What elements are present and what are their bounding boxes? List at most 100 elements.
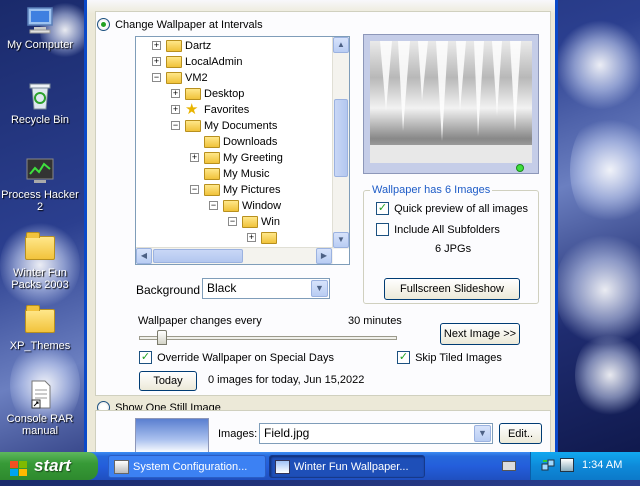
- scroll-right-button[interactable]: ▶: [316, 248, 332, 264]
- tree-item[interactable]: + My Greeting: [136, 150, 336, 166]
- images-value: Field.jpg: [264, 426, 310, 440]
- interval-value: 30 minutes: [348, 315, 402, 327]
- folder-icon: [185, 88, 201, 100]
- folder-icon: [242, 216, 258, 228]
- folder-icon: [204, 152, 220, 164]
- scroll-thumb[interactable]: [334, 99, 348, 177]
- network-icon[interactable]: [541, 458, 555, 472]
- tree-item[interactable]: + ★ Favorites: [136, 102, 336, 118]
- tree-item-label: Dartz: [185, 40, 212, 52]
- tree-item[interactable]: + Dartz: [136, 38, 336, 54]
- desktop-icon-console-rar-manual[interactable]: Console RAR manual: [0, 378, 81, 437]
- expand-icon[interactable]: +: [152, 41, 161, 50]
- task-winter-fun-wallpaper[interactable]: Winter Fun Wallpaper...: [269, 455, 425, 478]
- tree-vertical-scrollbar[interactable]: ▲ ▼: [332, 37, 349, 249]
- changes-every-label: Wallpaper changes every: [138, 315, 262, 327]
- images-select[interactable]: Field.jpg ▼: [259, 423, 493, 444]
- tree-item-label: Favorites: [204, 104, 250, 116]
- collapse-icon[interactable]: −: [228, 217, 237, 226]
- collapse-icon[interactable]: −: [190, 185, 199, 194]
- background-select[interactable]: Black ▼: [202, 278, 330, 299]
- scroll-down-button[interactable]: ▼: [333, 232, 349, 248]
- fullscreen-slideshow-button[interactable]: Fullscreen Slideshow: [384, 278, 520, 300]
- collapse-icon[interactable]: −: [171, 121, 180, 130]
- folder-icon: [223, 200, 239, 212]
- intervals-radio-button[interactable]: [97, 18, 110, 31]
- folder-icon: [166, 56, 182, 68]
- computer-icon: [24, 4, 56, 36]
- tree-item[interactable]: My Music: [136, 166, 336, 182]
- keyboard-icon[interactable]: [502, 461, 516, 471]
- intervals-radio-label: Change Wallpaper at Intervals: [115, 18, 263, 31]
- document-shortcut-icon: [24, 378, 56, 410]
- wallpaper-app-icon: [275, 460, 290, 474]
- collapse-icon[interactable]: −: [209, 201, 218, 210]
- skip-tiled-checkbox[interactable]: ✓ Skip Tiled Images: [397, 351, 502, 364]
- folder-tree[interactable]: + Dartz + LocalAdmin − VM2 + Desktop + ★ Favorites…: [135, 36, 350, 265]
- skip-tiled-check[interactable]: ✓: [397, 351, 410, 364]
- expand-icon[interactable]: +: [190, 153, 199, 162]
- tree-item[interactable]: Downloads: [136, 134, 336, 150]
- override-check[interactable]: ✓: [139, 351, 152, 364]
- tree-item[interactable]: +: [136, 230, 336, 246]
- expand-icon[interactable]: +: [171, 105, 180, 114]
- desktop-icon-label: Winter Fun Packs 2003: [11, 267, 69, 291]
- desktop-icon-my-computer[interactable]: My Computer: [0, 4, 81, 51]
- folder-icon: [24, 305, 56, 337]
- start-label: start: [34, 456, 71, 475]
- expand-icon[interactable]: +: [247, 233, 256, 242]
- star-icon: ★: [185, 101, 199, 118]
- scroll-up-button[interactable]: ▲: [333, 37, 349, 53]
- desktop-icon-label: Process Hacker 2: [1, 189, 79, 213]
- quick-preview-checkbox[interactable]: ✓ Quick preview of all images: [376, 202, 528, 215]
- folder-icon: [204, 168, 220, 180]
- process-hacker-icon: [24, 154, 56, 186]
- edit-button[interactable]: Edit..: [499, 423, 542, 444]
- tree-item-label: Window: [242, 200, 282, 212]
- include-subfolders-check[interactable]: [376, 223, 389, 236]
- tree-item[interactable]: − Window: [136, 198, 336, 214]
- chevron-down-icon[interactable]: ▼: [311, 280, 328, 297]
- tree-item[interactable]: + Desktop: [136, 86, 336, 102]
- folder-icon: [261, 232, 277, 244]
- tray-app-icon[interactable]: [560, 458, 574, 472]
- desktop-icon-process-hacker[interactable]: Process Hacker 2: [0, 154, 81, 213]
- tree-item[interactable]: − My Pictures: [136, 182, 336, 198]
- interval-slider-track[interactable]: [139, 336, 397, 340]
- desktop-icon-xp-themes[interactable]: XP_Themes: [0, 305, 81, 352]
- quick-preview-check[interactable]: ✓: [376, 202, 389, 215]
- winter-fun-wallpaper-window: Change Wallpaper at Intervals + Dartz + Loc…: [84, 0, 558, 452]
- wallpaper-info-title: Wallpaper has 6 Images: [370, 184, 493, 196]
- expand-icon[interactable]: +: [152, 57, 161, 66]
- tree-item[interactable]: − Win: [136, 214, 336, 230]
- next-image-button[interactable]: Next Image >>: [440, 323, 520, 345]
- wallpaper-preview[interactable]: [363, 34, 539, 174]
- chevron-down-icon[interactable]: ▼: [474, 425, 491, 442]
- desktop-icon-label: XP_Themes: [9, 340, 71, 352]
- hscroll-thumb[interactable]: [153, 249, 243, 263]
- override-checkbox[interactable]: ✓ Override Wallpaper on Special Days: [139, 351, 334, 364]
- recycle-bin-icon: [24, 79, 56, 111]
- scroll-left-button[interactable]: ◀: [136, 248, 152, 264]
- task-system-configuration[interactable]: System Configuration...: [108, 455, 266, 478]
- quick-preview-label: Quick preview of all images: [394, 202, 528, 215]
- tree-item[interactable]: − My Documents: [136, 118, 336, 134]
- desktop-icon-label: Recycle Bin: [10, 114, 70, 126]
- taskbar: start System Configuration... Winter Fun…: [0, 452, 640, 480]
- today-button[interactable]: Today: [139, 371, 197, 391]
- intervals-radio[interactable]: Change Wallpaper at Intervals: [97, 18, 263, 31]
- tree-horizontal-scrollbar[interactable]: ◀ ▶: [136, 247, 333, 264]
- include-subfolders-checkbox[interactable]: Include All Subfolders: [376, 223, 500, 236]
- tree-item[interactable]: − VM2: [136, 70, 336, 86]
- tree-item[interactable]: + LocalAdmin: [136, 54, 336, 70]
- desktop-icon-label: Console RAR manual: [6, 413, 74, 437]
- desktop-icon-winter-fun-packs[interactable]: Winter Fun Packs 2003: [0, 232, 81, 291]
- start-button[interactable]: start: [0, 452, 98, 480]
- preview-status-indicator: [516, 164, 524, 172]
- expand-icon[interactable]: +: [171, 89, 180, 98]
- tree-item-label: LocalAdmin: [185, 56, 243, 68]
- still-image-thumbnail: [135, 418, 209, 452]
- interval-slider-thumb[interactable]: [157, 330, 168, 345]
- collapse-icon[interactable]: −: [152, 73, 161, 82]
- desktop-icon-recycle-bin[interactable]: Recycle Bin: [0, 79, 81, 126]
